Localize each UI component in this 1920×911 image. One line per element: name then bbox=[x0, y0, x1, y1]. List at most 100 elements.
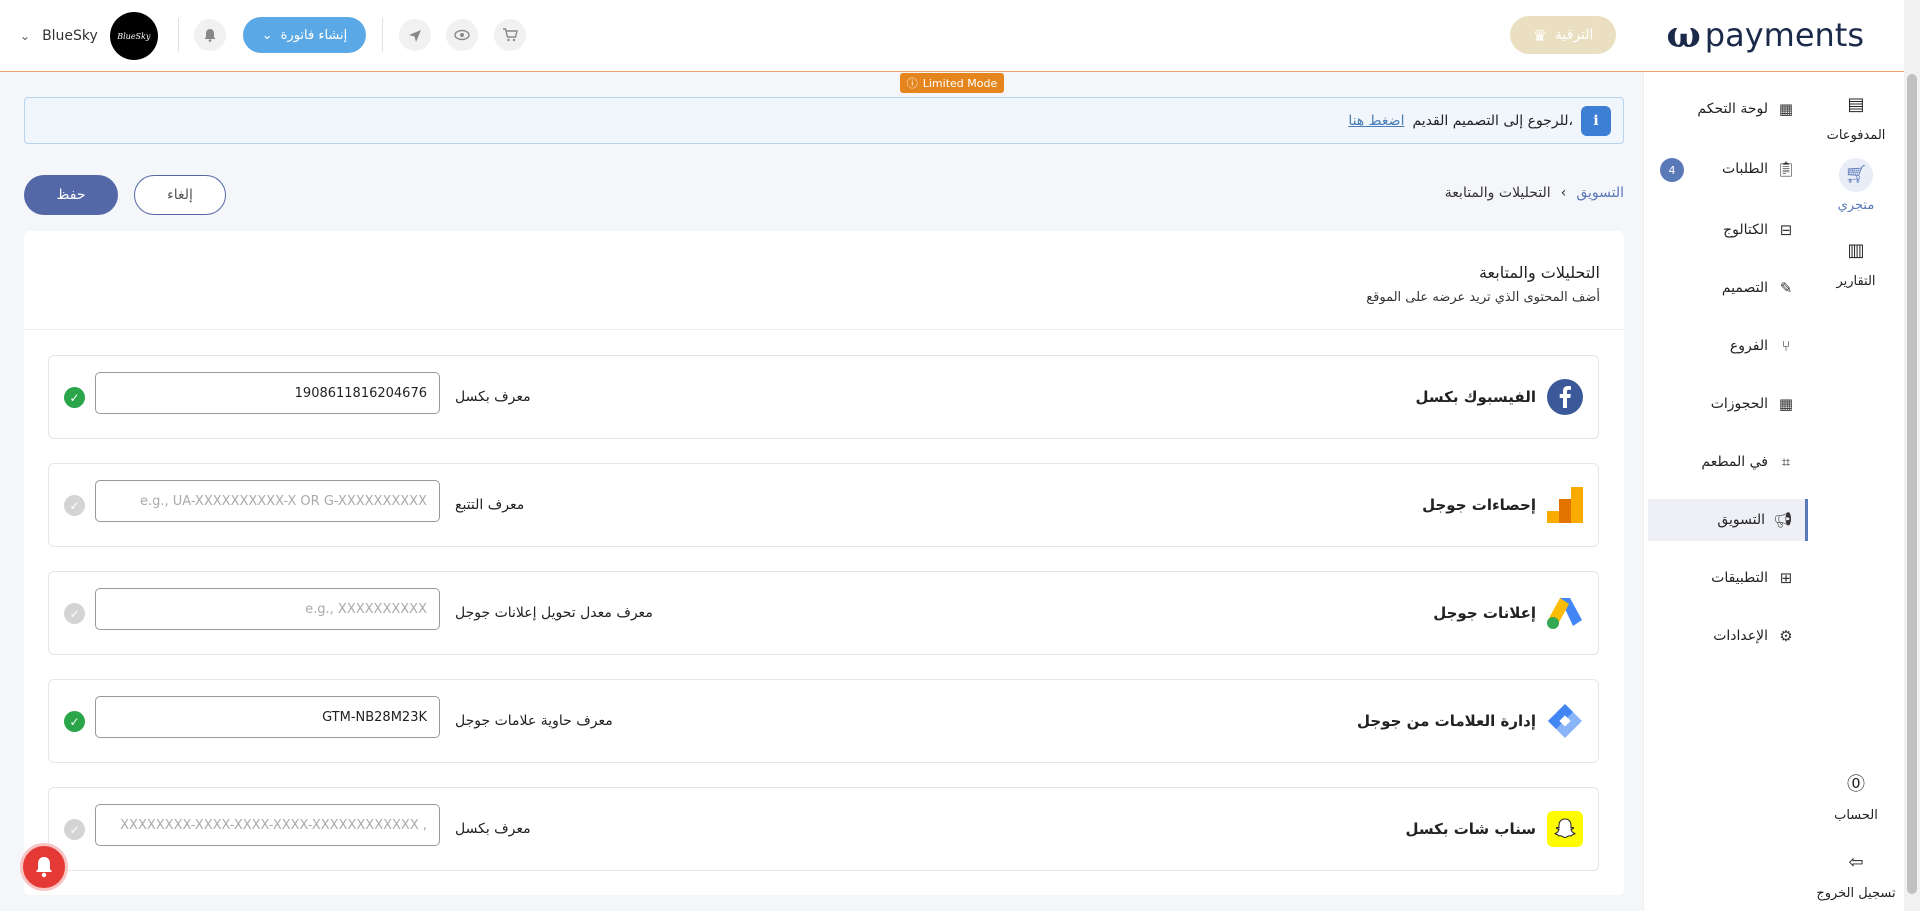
check-icon: ✓ bbox=[64, 819, 85, 840]
settings-icon: ⚙ bbox=[1779, 627, 1793, 645]
sidebar-item-orders[interactable]: 4 الطلبات 📋︎ bbox=[1648, 148, 1808, 190]
card-title: التحليلات والمتابعة bbox=[1478, 263, 1600, 282]
info-icon: ⓘ bbox=[906, 77, 918, 90]
check-icon: ✓ bbox=[64, 711, 85, 732]
rail-item-logout[interactable]: ⇦ تسجيل الخروج bbox=[1808, 846, 1904, 901]
limited-mode-badge: ⓘ Limited Mode bbox=[900, 73, 1004, 93]
check-icon: ✓ bbox=[64, 495, 85, 516]
branches-icon: ⑂ bbox=[1781, 337, 1791, 355]
sidebar-item-settings[interactable]: الإعدادات ⚙ bbox=[1648, 615, 1808, 657]
google-analytics-icon bbox=[1546, 486, 1584, 524]
cart-icon: 🛒︎ bbox=[1839, 158, 1873, 192]
integration-name: الفيسبوك بكسل bbox=[1415, 388, 1536, 406]
integration-row-facebook: الفيسبوك بكسل معرف بكسل ✓ bbox=[48, 355, 1599, 439]
sidebar-item-bookings[interactable]: الحجوزات ▦ bbox=[1648, 383, 1808, 425]
save-button[interactable]: حفظ bbox=[24, 175, 118, 215]
sidebar-item-label: الإعدادات bbox=[1713, 628, 1768, 644]
bell-icon[interactable] bbox=[194, 19, 226, 51]
sidebar-item-dashboard[interactable]: لوحة التحكم ▦ bbox=[1648, 88, 1808, 130]
catalog-icon: ⊟ bbox=[1779, 221, 1793, 239]
rail-label: الحساب bbox=[1834, 808, 1878, 823]
analytics-card: التحليلات والمتابعة أضف المحتوى الذي تري… bbox=[24, 231, 1624, 895]
sidebar-item-catalog[interactable]: الكتالوج ⊟ bbox=[1648, 209, 1808, 251]
sidebar-item-marketing[interactable]: التسويق 📢︎ bbox=[1648, 499, 1808, 541]
integration-row-snapchat: سناب شات بكسل معرف بكسل ✓ bbox=[48, 787, 1599, 871]
eye-icon[interactable] bbox=[446, 19, 478, 51]
rail-item-my-store[interactable]: 🛒︎ متجري bbox=[1808, 158, 1904, 213]
breadcrumb-current: التحليلات والمتابعة bbox=[1444, 185, 1551, 201]
google-tag-container-id-input[interactable] bbox=[95, 696, 440, 738]
sidebar-item-label: لوحة التحكم bbox=[1697, 101, 1768, 117]
facebook-icon bbox=[1546, 378, 1584, 416]
send-icon[interactable] bbox=[399, 19, 431, 51]
card-header: التحليلات والمتابعة أضف المحتوى الذي تري… bbox=[24, 231, 1624, 330]
apps-icon: ⊞ bbox=[1779, 569, 1793, 587]
top-bar: ω payments ♛ الترقية ⌄ BlueSky BlueSky ⌄… bbox=[0, 0, 1904, 72]
sidebar-item-label: الكتالوج bbox=[1723, 222, 1768, 238]
rail-label: متجري bbox=[1837, 198, 1875, 213]
facebook-pixel-id-input[interactable] bbox=[95, 372, 440, 414]
google-ads-conversion-id-input[interactable] bbox=[95, 588, 440, 630]
sidebar-item-label: التسويق bbox=[1717, 512, 1765, 528]
check-icon: ✓ bbox=[64, 387, 85, 408]
design-icon: ✎ bbox=[1779, 279, 1793, 297]
snapchat-icon bbox=[1546, 810, 1584, 848]
chevron-down-icon: ⌄ bbox=[20, 29, 31, 43]
chevron-left-icon: ‹ bbox=[1560, 185, 1567, 201]
avatar[interactable]: BlueSky bbox=[109, 12, 158, 60]
avatar-text: BlueSky bbox=[117, 31, 151, 41]
check-icon: ✓ bbox=[64, 603, 85, 624]
snapchat-pixel-id-input[interactable] bbox=[95, 804, 440, 846]
logo-mark-icon: ω bbox=[1666, 14, 1701, 56]
field-label: معرف معدل تحويل إعلانات جوجل bbox=[455, 605, 653, 621]
integration-name: سناب شات بكسل bbox=[1405, 820, 1537, 838]
sidebar-item-label: الطلبات bbox=[1722, 161, 1768, 177]
divider bbox=[382, 18, 383, 52]
rail-item-account[interactable]: ⓪ الحساب bbox=[1808, 768, 1904, 823]
logout-icon: ⇦ bbox=[1848, 852, 1864, 873]
field-label: معرف حاوية علامات جوجل bbox=[455, 713, 613, 729]
chart-icon: ▥ bbox=[1847, 240, 1865, 261]
qr-icon: ⌗ bbox=[1781, 453, 1791, 471]
crown-icon: ♛ bbox=[1532, 25, 1547, 45]
rail-label: التقارير bbox=[1836, 274, 1876, 289]
field-label: معرف التتبع bbox=[455, 497, 525, 513]
limited-mode-label: Limited Mode bbox=[922, 76, 998, 90]
scrollbar-thumb[interactable] bbox=[1907, 74, 1917, 894]
create-invoice-button[interactable]: ⌄ إنشاء فاتورة bbox=[243, 17, 366, 53]
notification-bell-icon[interactable] bbox=[20, 843, 68, 891]
rail-item-reports[interactable]: ▥ التقارير bbox=[1808, 234, 1904, 289]
field-label: معرف بكسل bbox=[455, 821, 531, 837]
sidebar-item-label: التصميم bbox=[1721, 280, 1768, 296]
google-analytics-id-input[interactable] bbox=[95, 480, 440, 522]
sidebar-item-label: في المطعم bbox=[1701, 454, 1768, 470]
breadcrumb: التحليلات والمتابعة ‹ التسويق bbox=[1445, 185, 1624, 201]
google-tag-manager-icon bbox=[1546, 702, 1584, 740]
user-name: BlueSky bbox=[42, 28, 98, 44]
sidebar-item-label: التطبيقات bbox=[1711, 570, 1768, 586]
page-scrollbar[interactable] bbox=[1904, 0, 1920, 911]
sidebar-item-design[interactable]: التصميم ✎ bbox=[1648, 267, 1808, 309]
cancel-button[interactable]: إلغاء bbox=[134, 175, 226, 215]
receipt-icon: ▤ bbox=[1847, 94, 1865, 115]
rail-label: المدفوعات bbox=[1826, 128, 1886, 143]
calendar-icon: ▦ bbox=[1778, 395, 1794, 413]
logo[interactable]: ω payments bbox=[1667, 14, 1865, 56]
rail-item-payments[interactable]: ▤ المدفوعات bbox=[1808, 88, 1904, 143]
user-menu[interactable]: ⌄ BlueSky BlueSky bbox=[20, 12, 158, 60]
sidebar-item-in-restaurant[interactable]: في المطعم ⌗ bbox=[1648, 441, 1808, 483]
chevron-down-icon: ⌄ bbox=[261, 27, 273, 43]
integration-row-google-tag-manager: إدارة العلامات من جوجل معرف حاوية علامات… bbox=[48, 679, 1599, 763]
breadcrumb-parent-link[interactable]: التسويق bbox=[1576, 185, 1624, 201]
megaphone-icon: 📢︎ bbox=[1773, 511, 1793, 529]
sidebar-item-apps[interactable]: التطبيقات ⊞ bbox=[1648, 557, 1808, 599]
dashboard-icon: ▦ bbox=[1778, 100, 1794, 118]
field-label: معرف بكسل bbox=[455, 389, 531, 405]
old-design-link[interactable]: اضغط هنا bbox=[1348, 113, 1404, 129]
sidebar-item-branches[interactable]: الفروع ⑂ bbox=[1648, 325, 1808, 367]
cart-icon[interactable] bbox=[494, 19, 526, 51]
card-subtitle: أضف المحتوى الذي تريد عرضه على الموقع bbox=[1366, 290, 1600, 305]
upgrade-button[interactable]: ♛ الترقية bbox=[1510, 16, 1616, 54]
sidebar-item-label: الفروع bbox=[1729, 338, 1768, 354]
banner-text: للرجوع إلى التصميم القديم، bbox=[1412, 112, 1573, 129]
